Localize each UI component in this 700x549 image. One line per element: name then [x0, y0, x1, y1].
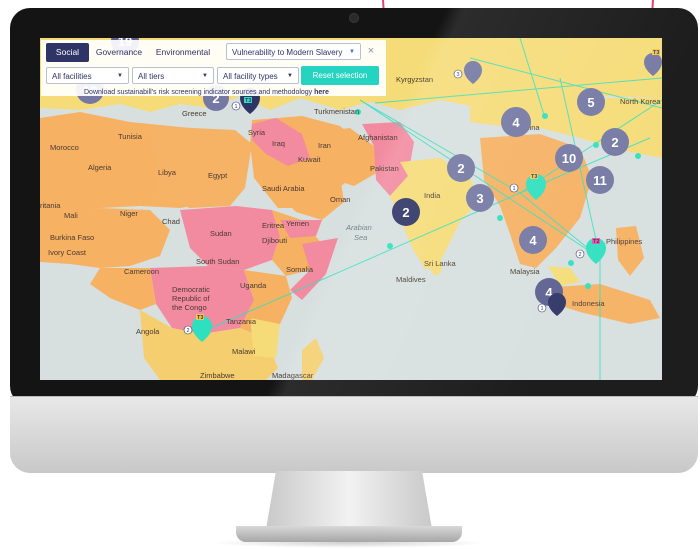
svg-text:Saudi Arabia: Saudi Arabia: [262, 184, 305, 193]
download-note: Download sustainabill's risk screening i…: [84, 89, 329, 96]
tab-governance[interactable]: Governance: [93, 43, 145, 62]
indicator-value: Vulnerability to Modern Slavery: [232, 48, 343, 57]
svg-text:1: 1: [512, 186, 515, 192]
svg-text:T3: T3: [245, 98, 251, 104]
svg-text:2: 2: [186, 328, 189, 334]
svg-text:the Congo: the Congo: [172, 303, 207, 312]
svg-text:Libya: Libya: [158, 168, 177, 177]
svg-text:Uganda: Uganda: [240, 281, 267, 290]
svg-text:2: 2: [402, 205, 409, 220]
svg-text:Maldives: Maldives: [396, 275, 426, 284]
svg-text:Pakistan: Pakistan: [370, 164, 399, 173]
svg-text:Iran: Iran: [318, 141, 331, 150]
close-icon[interactable]: ×: [365, 43, 377, 60]
svg-text:Madagascar: Madagascar: [272, 371, 314, 380]
svg-text:T3: T3: [531, 174, 537, 180]
reset-selection-button[interactable]: Reset selection: [301, 66, 379, 85]
svg-text:Sea: Sea: [354, 233, 367, 242]
svg-text:Chad: Chad: [162, 217, 180, 226]
svg-text:Kuwait: Kuwait: [298, 155, 321, 164]
svg-text:Arabian: Arabian: [345, 223, 372, 232]
svg-text:Angola: Angola: [136, 327, 160, 336]
svg-text:T3: T3: [653, 50, 659, 56]
svg-text:Afghanistan: Afghanistan: [358, 133, 398, 142]
svg-text:Tunisia: Tunisia: [118, 132, 143, 141]
svg-text:Eritrea: Eritrea: [262, 221, 285, 230]
svg-text:Mali: Mali: [64, 211, 78, 220]
chevron-down-icon: ▼: [202, 73, 208, 79]
svg-text:2: 2: [457, 161, 464, 176]
svg-text:India: India: [424, 191, 441, 200]
tab-environmental[interactable]: Environmental: [150, 43, 216, 62]
download-text: Download sustainabill's risk screening i…: [84, 89, 313, 96]
svg-text:Indonesia: Indonesia: [572, 299, 605, 308]
camera-icon: [349, 13, 359, 23]
monitor-chin: [10, 396, 698, 473]
svg-text:North Korea: North Korea: [620, 97, 661, 106]
svg-text:Yemen: Yemen: [286, 219, 309, 228]
svg-text:T2: T2: [593, 239, 599, 245]
svg-text:Ivory Coast: Ivory Coast: [48, 248, 87, 257]
facilities-select[interactable]: All facilities ▼: [46, 67, 129, 84]
svg-text:Philippines: Philippines: [606, 237, 643, 246]
tiers-select[interactable]: All tiers ▼: [132, 67, 214, 84]
svg-text:Greece: Greece: [182, 109, 207, 118]
facility-types-select[interactable]: All facility types ▼: [217, 67, 299, 84]
monitor-stand-foot: [236, 526, 462, 542]
svg-text:T3: T3: [197, 315, 203, 321]
svg-text:1: 1: [540, 306, 543, 312]
svg-text:Republic of: Republic of: [172, 294, 210, 303]
svg-text:1: 1: [234, 104, 237, 110]
svg-text:10: 10: [562, 151, 576, 166]
svg-text:Iraq: Iraq: [272, 139, 285, 148]
tab-social[interactable]: Social: [46, 43, 89, 62]
svg-text:Malawi: Malawi: [232, 347, 256, 356]
svg-text:Djibouti: Djibouti: [262, 236, 287, 245]
svg-text:Kyrgyzstan: Kyrgyzstan: [396, 75, 433, 84]
svg-text:ritania: ritania: [40, 201, 61, 210]
download-link[interactable]: here: [314, 89, 329, 96]
facility-types-value: All facility types: [223, 72, 278, 81]
tiers-value: All tiers: [138, 72, 165, 81]
svg-text:11: 11: [593, 173, 607, 188]
svg-text:Syria: Syria: [248, 128, 266, 137]
svg-text:Zimbabwe: Zimbabwe: [200, 371, 235, 380]
svg-text:Algeria: Algeria: [88, 163, 112, 172]
chevron-down-icon: ▼: [287, 73, 293, 79]
svg-text:Cameroon: Cameroon: [124, 267, 159, 276]
facilities-value: All facilities: [52, 72, 92, 81]
svg-text:4: 4: [529, 233, 537, 248]
svg-text:Morocco: Morocco: [50, 143, 79, 152]
svg-text:Oman: Oman: [330, 195, 350, 204]
indicator-select[interactable]: Vulnerability to Modern Slavery ▼: [226, 43, 361, 60]
chevron-down-icon: ▼: [117, 73, 123, 79]
svg-text:3: 3: [456, 72, 459, 78]
svg-text:Niger: Niger: [120, 209, 138, 218]
svg-text:Turkmenistan: Turkmenistan: [314, 107, 359, 116]
svg-text:South Sudan: South Sudan: [196, 257, 239, 266]
svg-text:2: 2: [611, 135, 618, 150]
svg-text:3: 3: [476, 191, 483, 206]
svg-text:4: 4: [512, 115, 520, 130]
monitor-stand-neck: [266, 471, 432, 529]
svg-text:Tanzania: Tanzania: [226, 317, 257, 326]
svg-text:Somalia: Somalia: [286, 265, 314, 274]
svg-text:2: 2: [578, 252, 581, 258]
svg-text:Malaysia: Malaysia: [510, 267, 540, 276]
svg-text:Sri Lanka: Sri Lanka: [424, 259, 457, 268]
svg-text:Democratic: Democratic: [172, 285, 210, 294]
svg-text:Egypt: Egypt: [208, 171, 228, 180]
svg-text:Sudan: Sudan: [210, 229, 232, 238]
svg-text:Burkina Faso: Burkina Faso: [50, 233, 94, 242]
chevron-down-icon: ▼: [349, 49, 355, 55]
svg-text:5: 5: [587, 95, 594, 110]
